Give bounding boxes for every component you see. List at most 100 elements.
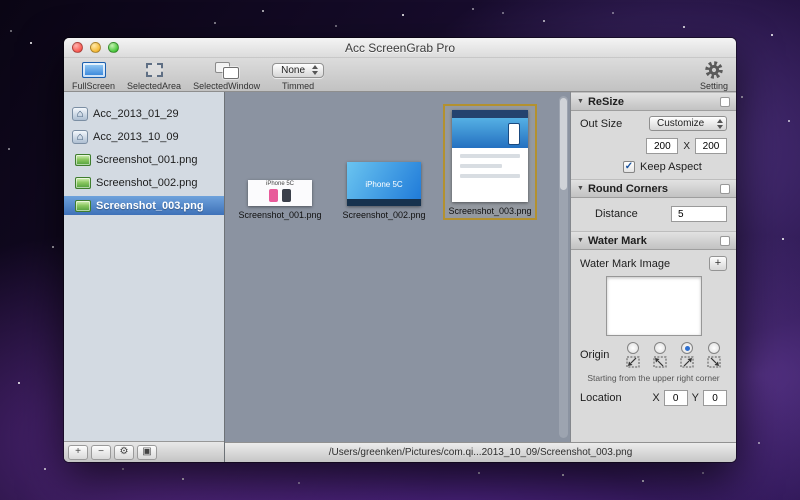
trimmed-label: Timmed xyxy=(281,81,315,91)
sidebar: ⌂ Acc_2013_01_29 ⌂ Acc_2013_10_09 Screen… xyxy=(64,92,225,462)
starfield xyxy=(0,0,2,2)
round-corners-enable-checkbox[interactable] xyxy=(720,183,730,194)
file-label: Screenshot_002.png xyxy=(96,176,198,189)
sidebar-footer: + − ⚙ ▣ xyxy=(64,441,224,462)
origin-radio-top-right[interactable] xyxy=(680,342,693,354)
action-menu-button[interactable]: ⚙ xyxy=(114,444,134,460)
sidebar-file-screenshot-003[interactable]: Screenshot_003.png xyxy=(64,196,224,215)
thumbnail-image: iPhone 5C xyxy=(347,162,421,206)
watermark-title: Water Mark xyxy=(587,234,647,247)
origin-label: Origin xyxy=(580,349,610,361)
thumbnail-label: Screenshot_003.png xyxy=(448,206,532,216)
selected-window-label: SelectedWindow xyxy=(193,81,261,91)
window-title: Acc ScreenGrab Pro xyxy=(344,40,456,55)
selected-area-label: SelectedArea xyxy=(127,81,182,91)
location-y-field[interactable] xyxy=(703,390,727,406)
home-folder-icon: ⌂ xyxy=(72,129,88,144)
location-x-field[interactable] xyxy=(663,390,688,406)
origin-radio-bottom-left[interactable] xyxy=(626,342,639,354)
window-pair-icon xyxy=(214,61,239,79)
desktop: { "window": { "title": "Acc ScreenGrab P… xyxy=(0,0,800,500)
thumbnail-image xyxy=(452,110,528,202)
thumbnail-grid: iPhone 5C Screenshot_001.png iPhone 5C S… xyxy=(225,92,570,442)
round-corners-section-header[interactable]: ▼ Round Corners xyxy=(571,179,736,198)
watermark-enable-checkbox[interactable] xyxy=(720,235,730,246)
minimize-button[interactable] xyxy=(90,42,101,53)
width-field[interactable] xyxy=(646,138,679,154)
status-bar: /Users/greenken/Pictures/com.qi...2013_1… xyxy=(225,442,736,462)
popup-arrows-icon xyxy=(717,118,723,129)
distance-label: Distance xyxy=(595,208,638,220)
origin-radio-top-left[interactable] xyxy=(653,342,666,354)
disclosure-triangle-icon[interactable]: ▼ xyxy=(577,237,584,244)
thumbnail-screenshot-002[interactable]: iPhone 5C Screenshot_002.png xyxy=(339,162,429,220)
keep-aspect-label: Keep Aspect xyxy=(640,161,702,173)
origin-bottom-left-icon xyxy=(626,356,639,368)
file-path-text: /Users/greenken/Pictures/com.qi...2013_1… xyxy=(328,447,633,458)
watermark-image-label: Water Mark Image xyxy=(580,257,671,270)
remove-button[interactable]: − xyxy=(91,444,111,460)
folder-label: Acc_2013_10_09 xyxy=(93,130,179,143)
traffic-lights xyxy=(72,42,119,53)
folder-label: Acc_2013_01_29 xyxy=(93,107,179,120)
height-field[interactable] xyxy=(695,138,727,154)
sidebar-folder-acc-2013-10-09[interactable]: ⌂ Acc_2013_10_09 xyxy=(64,127,224,146)
out-size-value: Customize xyxy=(657,118,705,129)
watermark-section-header[interactable]: ▼ Water Mark xyxy=(571,231,736,250)
origin-hint: Starting from the upper right corner xyxy=(587,373,720,383)
inspector-panel: ▼ ReSize Out Size Customize 200 X 200 ✓ … xyxy=(570,92,736,442)
selected-window-capture-button[interactable]: SelectedWindow xyxy=(193,60,260,91)
location-x-label: X xyxy=(652,392,660,404)
resize-enable-checkbox[interactable] xyxy=(720,96,730,107)
trimmed-popup-button[interactable]: None xyxy=(272,62,325,78)
add-button[interactable]: + xyxy=(68,444,88,460)
watermark-preview xyxy=(605,276,702,336)
vertical-scrollbar[interactable] xyxy=(559,96,568,438)
sidebar-folder-acc-2013-01-29[interactable]: ⌂ Acc_2013_01_29 xyxy=(64,104,224,123)
disclosure-triangle-icon[interactable]: ▼ xyxy=(577,98,584,105)
thumbnail-screenshot-003[interactable]: Screenshot_003.png xyxy=(443,104,537,220)
trimmed-popup-value: None xyxy=(281,64,306,76)
fullscreen-label: FullScreen xyxy=(72,81,116,91)
origin-options xyxy=(619,342,727,368)
zoom-button[interactable] xyxy=(108,42,119,53)
fullscreen-capture-button[interactable]: FullScreen xyxy=(72,60,115,91)
gear-icon xyxy=(705,61,723,79)
out-size-label: Out Size xyxy=(580,117,623,130)
location-y-label: Y xyxy=(691,392,699,404)
out-size-popup[interactable]: Customize xyxy=(649,116,727,131)
thumbnail-screenshot-001[interactable]: iPhone 5C Screenshot_001.png xyxy=(235,180,325,220)
distance-field[interactable] xyxy=(671,206,727,222)
origin-top-left-icon xyxy=(653,356,666,368)
image-file-icon xyxy=(75,153,91,166)
add-watermark-image-button[interactable]: + xyxy=(709,256,727,271)
app-window: Acc ScreenGrab Pro FullScreen SelectedAr… xyxy=(64,38,736,462)
origin-bottom-right-icon xyxy=(707,356,720,368)
thumbnail-label: Screenshot_001.png xyxy=(238,210,322,220)
thumbnail-label: Screenshot_002.png xyxy=(342,210,426,220)
sidebar-file-screenshot-001[interactable]: Screenshot_001.png xyxy=(64,150,224,169)
disclosure-triangle-icon[interactable]: ▼ xyxy=(577,185,584,192)
resize-title: ReSize xyxy=(587,95,625,108)
toolbar: FullScreen SelectedArea SelectedWindow N… xyxy=(64,58,736,92)
image-file-icon xyxy=(75,176,91,189)
origin-top-right-icon xyxy=(680,356,693,368)
home-folder-icon: ⌂ xyxy=(72,106,88,121)
file-label: Screenshot_003.png xyxy=(96,199,204,212)
thumbnail-caption: iPhone 5C xyxy=(365,179,403,189)
popup-arrows-icon xyxy=(312,65,319,75)
selected-area-capture-button[interactable]: SelectedArea xyxy=(127,60,181,91)
title-bar[interactable]: Acc ScreenGrab Pro xyxy=(64,38,736,58)
sidebar-list: ⌂ Acc_2013_01_29 ⌂ Acc_2013_10_09 Screen… xyxy=(64,92,224,441)
sidebar-file-screenshot-002[interactable]: Screenshot_002.png xyxy=(64,173,224,192)
round-corners-title: Round Corners xyxy=(587,182,668,195)
origin-radio-bottom-right[interactable] xyxy=(707,342,720,354)
close-button[interactable] xyxy=(72,42,83,53)
view-toggle-button[interactable]: ▣ xyxy=(137,444,157,460)
image-file-icon xyxy=(75,199,91,212)
scrollbar-thumb[interactable] xyxy=(560,98,567,190)
keep-aspect-checkbox[interactable]: ✓ xyxy=(623,161,635,173)
setting-button[interactable]: Setting xyxy=(700,60,728,91)
file-label: Screenshot_001.png xyxy=(96,153,198,166)
resize-section-header[interactable]: ▼ ReSize xyxy=(571,92,736,111)
